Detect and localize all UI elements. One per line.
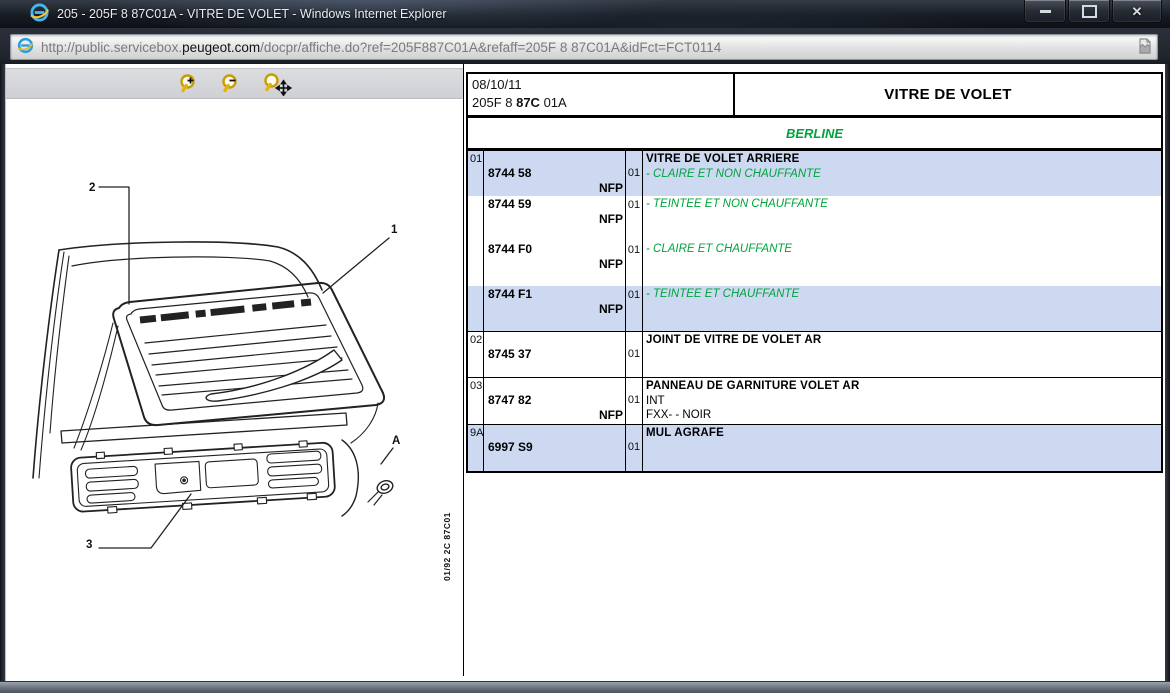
close-button[interactable]: ✕ — [1112, 0, 1162, 23]
address-input[interactable]: http://public.servicebox.peugeot.com/doc… — [10, 34, 1158, 60]
zoom-in-button[interactable] — [176, 72, 202, 96]
window-frame-bottom — [0, 681, 1170, 693]
minimize-icon — [1040, 10, 1051, 13]
qty-cell: 01 — [626, 196, 643, 241]
part-row: 03 8747 82NFP 01 PANNEAU DE GARNITURE VO… — [468, 378, 1161, 424]
part-block-9a: 9A 6997 S9 01 MUL AGRAFE — [468, 424, 1161, 471]
availability-label: NFP — [488, 257, 623, 272]
part-row: 02 8745 37 01 JOINT DE VITRE DE VOLET AR — [468, 332, 1161, 377]
ref-cell: 8744 F1NFP — [484, 286, 626, 331]
window-frame-right — [1165, 64, 1170, 681]
document-header: 08/10/11 205F 8 87C 01A VITRE DE VOLET — [466, 72, 1163, 117]
close-icon: ✕ — [1132, 5, 1143, 18]
group-cell: 02 — [468, 332, 484, 377]
window-title: 205 - 205F 8 87C01A - VITRE DE VOLET - W… — [57, 7, 447, 21]
qty-cell: 01 — [626, 151, 643, 196]
minimize-button[interactable] — [1024, 0, 1066, 23]
url-domain: peugeot.com — [182, 40, 260, 55]
desc-cell: - TEINTEE ET CHAUFFANTE — [643, 286, 1161, 331]
availability-label: NFP — [488, 408, 623, 423]
document-date: 08/10/11 — [472, 76, 729, 94]
desc-cell: PANNEAU DE GARNITURE VOLET AR INT FXX- -… — [643, 378, 1161, 424]
qty-cell: 01 — [626, 286, 643, 331]
desc-cell: - TEINTEE ET NON CHAUFFANTE — [643, 196, 1161, 241]
pane-divider — [463, 64, 464, 676]
ref-cell: 8745 37 — [484, 332, 626, 377]
model-variant-row: BERLINE — [466, 116, 1163, 150]
title-bar: 205 - 205F 8 87C01A - VITRE DE VOLET - W… — [0, 0, 1170, 28]
ref-cell: 8744 59NFP — [484, 196, 626, 241]
parts-table: 01 8744 58NFP 01 VITRE DE VOLET ARRIERE … — [466, 149, 1163, 473]
qty-cell: 01 — [626, 378, 643, 424]
part-row: 8744 59NFP 01 - TEINTEE ET NON CHAUFFANT… — [468, 196, 1161, 241]
maximize-button[interactable] — [1068, 0, 1110, 23]
desc-cell: VITRE DE VOLET ARRIERE - CLAIRE ET NON C… — [643, 151, 1161, 196]
compatibility-view-icon[interactable] — [1137, 38, 1153, 57]
part-title: VITRE DE VOLET ARRIERE — [646, 152, 1161, 167]
browser-window: 205 - 205F 8 87C01A - VITRE DE VOLET - W… — [0, 0, 1170, 693]
availability-label: NFP — [488, 181, 623, 196]
document-title: VITRE DE VOLET — [735, 74, 1161, 115]
part-desc: - TEINTEE ET CHAUFFANTE — [646, 287, 1161, 302]
zoom-pan-magnifier-icon — [261, 72, 293, 96]
ref-cell: 8744 58NFP — [484, 151, 626, 196]
page-favicon-ie-icon — [17, 37, 34, 57]
desc-cell: - CLAIRE ET CHAUFFANTE — [643, 241, 1161, 286]
part-row: 01 8744 58NFP 01 VITRE DE VOLET ARRIERE … — [468, 151, 1161, 196]
diagram-callout-2: 2 — [89, 182, 95, 194]
part-title: PANNEAU DE GARNITURE VOLET AR — [646, 379, 1161, 394]
part-row: 8744 F0NFP 01 - CLAIRE ET CHAUFFANTE — [468, 241, 1161, 286]
diagram-callout-1: 1 — [391, 224, 398, 236]
part-desc: - CLAIRE ET CHAUFFANTE — [646, 242, 1161, 257]
ref-cell: 8744 F0NFP — [484, 241, 626, 286]
group-cell: 03 — [468, 378, 484, 424]
diagram-stamp: 01/92 2C 87C01 — [442, 512, 452, 581]
qty-cell: 01 — [626, 425, 643, 471]
document-reference: 205F 8 87C 01A — [472, 94, 729, 112]
document-ref-cell: 08/10/11 205F 8 87C 01A — [468, 74, 735, 115]
hatch-diagram-image: 2 1 3 A 01/92 2C 87C01 — [6, 98, 463, 673]
zoom-out-button[interactable] — [218, 72, 244, 96]
address-band: http://public.servicebox.peugeot.com/doc… — [0, 28, 1170, 65]
availability-label: NFP — [488, 302, 623, 317]
part-desc: - TEINTEE ET NON CHAUFFANTE — [646, 197, 1161, 212]
part-desc: INT — [646, 394, 1161, 409]
part-title: JOINT DE VITRE DE VOLET AR — [646, 333, 1161, 348]
diagram-callout-3: 3 — [86, 539, 92, 551]
model-variant-label: BERLINE — [786, 126, 843, 141]
part-desc: FXX- - NOIR — [646, 408, 1161, 423]
maximize-icon — [1082, 5, 1097, 18]
diagram-toolbar — [6, 68, 463, 99]
qty-cell: 01 — [626, 241, 643, 286]
desc-cell: JOINT DE VITRE DE VOLET AR — [643, 332, 1161, 377]
part-block-01: 01 8744 58NFP 01 VITRE DE VOLET ARRIERE … — [468, 151, 1161, 331]
group-cell: 01 — [468, 151, 484, 196]
part-desc: - CLAIRE ET NON CHAUFFANTE — [646, 167, 1161, 182]
internet-explorer-icon — [30, 3, 49, 25]
part-row: 9A 6997 S9 01 MUL AGRAFE — [468, 425, 1161, 471]
page-content: 2 1 3 A 01/92 2C 87C01 08/10/11 205F 8 8… — [5, 64, 1165, 681]
window-controls: ✕ — [1024, 0, 1162, 23]
part-row: 8744 F1NFP 01 - TEINTEE ET CHAUFFANTE — [468, 286, 1161, 331]
zoom-in-magnifier-icon — [177, 72, 201, 96]
part-block-03: 03 8747 82NFP 01 PANNEAU DE GARNITURE VO… — [468, 377, 1161, 424]
url-text: http://public.servicebox.peugeot.com/doc… — [41, 40, 721, 55]
zoom-pan-button[interactable] — [260, 72, 294, 96]
part-title: MUL AGRAFE — [646, 426, 1161, 441]
group-cell: 9A — [468, 425, 484, 471]
availability-label: NFP — [488, 212, 623, 227]
qty-cell: 01 — [626, 332, 643, 377]
diagram-callout-a: A — [392, 435, 400, 447]
ref-cell: 8747 82NFP — [484, 378, 626, 424]
part-block-02: 02 8745 37 01 JOINT DE VITRE DE VOLET AR — [468, 331, 1161, 377]
desc-cell: MUL AGRAFE — [643, 425, 1161, 471]
zoom-out-magnifier-icon — [219, 72, 243, 96]
ref-cell: 6997 S9 — [484, 425, 626, 471]
